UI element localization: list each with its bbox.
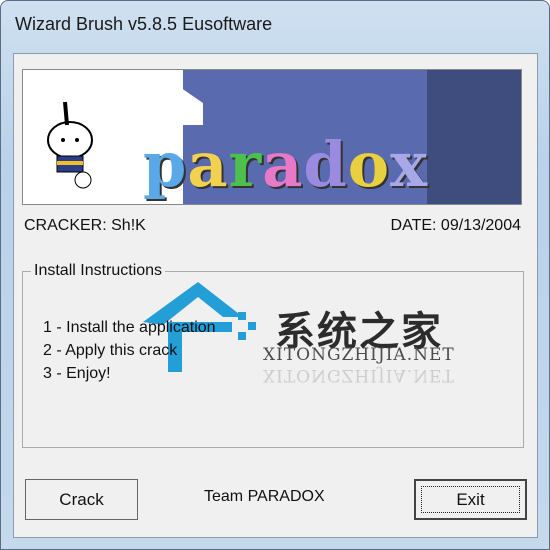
focus-rect bbox=[421, 486, 520, 513]
banner-dark-strip bbox=[427, 70, 521, 204]
watermark-reflection: XITONGZHIJIA.NET bbox=[263, 365, 455, 385]
paradox-logo: paradox bbox=[143, 128, 429, 201]
install-instructions-group: Install Instructions 系统之家 XITONGZHIJIA.N… bbox=[22, 262, 524, 448]
step-item: 3 - Enjoy! bbox=[43, 365, 111, 382]
cracker-label: CRACKER: Sh!K bbox=[24, 217, 146, 234]
date-label: DATE: 09/13/2004 bbox=[390, 217, 521, 234]
banner-white-corner bbox=[123, 70, 203, 125]
client-area: paradox CRACKER: Sh!K DATE: 09/13/2004 I… bbox=[13, 53, 538, 538]
app-window: Wizard Brush v5.8.5 Eusoftware paradox C… bbox=[0, 0, 550, 550]
crack-button[interactable]: Crack bbox=[25, 479, 138, 520]
watermark-site: XITONGZHIJIA.NET bbox=[263, 345, 455, 365]
step-item: 2 - Apply this crack bbox=[43, 342, 178, 359]
steps-list: 1 - Install the application 2 - Apply th… bbox=[43, 316, 216, 385]
crack-button-label: Crack bbox=[59, 489, 104, 509]
paradox-banner: paradox bbox=[22, 69, 522, 205]
team-label: Team PARADOX bbox=[204, 488, 325, 505]
step-item: 1 - Install the application bbox=[43, 319, 216, 336]
exit-button[interactable]: Exit bbox=[414, 479, 527, 520]
dog-mascot-icon bbox=[47, 101, 93, 189]
window-title: Wizard Brush v5.8.5 Eusoftware bbox=[15, 14, 273, 34]
